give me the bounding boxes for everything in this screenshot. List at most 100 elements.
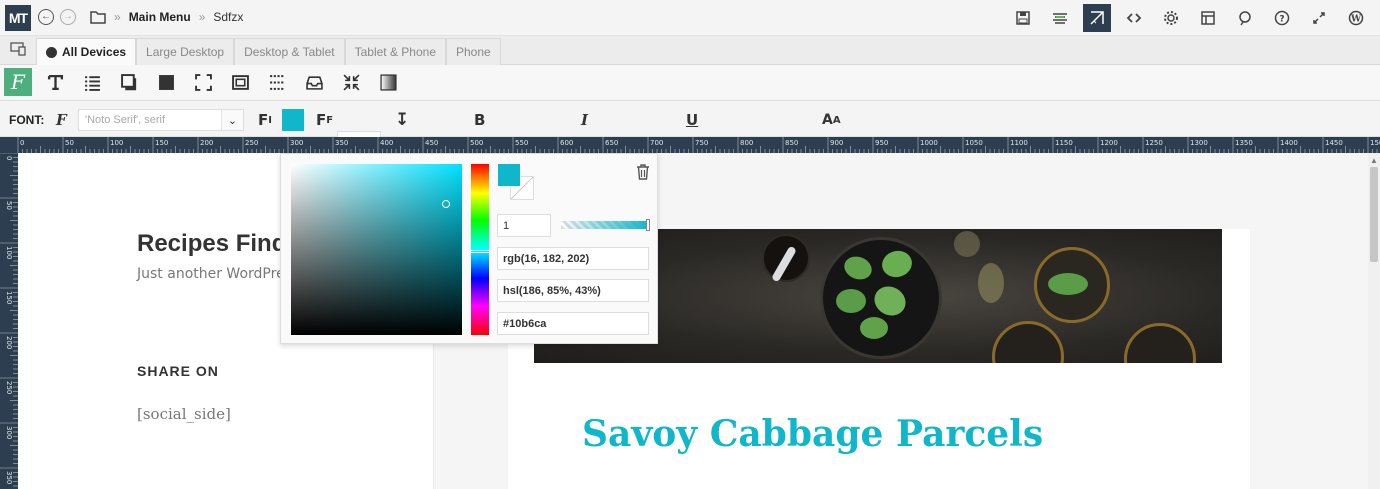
padding-icon[interactable]	[226, 68, 254, 96]
ruler-label: 300	[5, 426, 13, 439]
ruler-label: 250	[5, 381, 13, 394]
ruler-label: 950	[875, 139, 888, 147]
vertical-ruler: 0 50 100 150 200 250 300 350	[0, 153, 18, 489]
post-title[interactable]: Savoy Cabbage Parcels	[582, 413, 1043, 455]
breadcrumb-separator: »	[114, 10, 121, 24]
italic-icon: I	[581, 111, 589, 129]
ruler-label: 1350	[1235, 139, 1253, 147]
color-picker-popup: 1 rgb(16, 182, 202) hsl(186, 85%, 43%) #…	[280, 153, 658, 344]
font-settings-icon[interactable]: F	[4, 68, 32, 96]
scroll-up-icon[interactable]: ▲	[1370, 156, 1378, 165]
ruler-label: 50	[65, 139, 74, 147]
tab-desktop-tablet[interactable]: Desktop & Tablet	[234, 38, 345, 65]
ruler-label: 150	[155, 139, 168, 147]
chevron-down-icon[interactable]: ⌄	[221, 110, 243, 130]
gear-icon[interactable]	[1157, 4, 1185, 32]
font-family-icon: F	[56, 111, 67, 129]
font-size-icon: FF	[316, 111, 334, 129]
layers-icon[interactable]	[1046, 4, 1074, 32]
ruler-label: 100	[110, 139, 123, 147]
font-family-value: 'Noto Serif', serif	[85, 114, 166, 126]
bold-icon: B	[474, 111, 486, 129]
ruler-label: 200	[200, 139, 213, 147]
ruler-label: 900	[830, 139, 843, 147]
size-icon[interactable]	[189, 68, 217, 96]
top-actions: ? W	[1009, 4, 1370, 32]
hex-field[interactable]: #10b6ca	[497, 312, 649, 335]
help-icon[interactable]: ?	[1268, 4, 1296, 32]
background-icon[interactable]	[152, 68, 180, 96]
saturation-value-area[interactable]	[291, 164, 462, 335]
hue-slider[interactable]	[470, 164, 490, 335]
tab-label: All Devices	[62, 45, 127, 59]
undo-history-icon[interactable]	[1231, 4, 1259, 32]
ruler-label: 150	[1370, 139, 1380, 147]
breadcrumb-current: Sdfzx	[213, 10, 244, 24]
tab-large-desktop[interactable]: Large Desktop	[136, 38, 235, 65]
page-canvas: Recipes Finder Just another WordPress si…	[18, 153, 1368, 489]
ruler-label: 200	[5, 336, 13, 349]
template-icon[interactable]	[1194, 4, 1222, 32]
all-devices-icon	[46, 46, 57, 58]
social-shortcode[interactable]: [social_side]	[137, 405, 231, 423]
ruler-label: 1450	[1325, 139, 1343, 147]
save-icon[interactable]	[1009, 4, 1037, 32]
breadcrumb-main-menu[interactable]: Main Menu	[129, 10, 191, 24]
horizontal-ruler: 0 50 100 150 200 250 300 350 400 450 500 550 600 650 7…	[0, 137, 1380, 153]
ruler-label: 750	[695, 139, 708, 147]
ruler-label: 1400	[1280, 139, 1298, 147]
ruler-label: 50	[5, 201, 13, 210]
text-icon[interactable]	[41, 68, 69, 96]
font-color-swatch[interactable]	[282, 109, 304, 131]
fullscreen-icon[interactable]	[1305, 4, 1333, 32]
app-logo[interactable]: MT	[5, 5, 31, 31]
compress-icon[interactable]	[337, 68, 365, 96]
wordpress-icon[interactable]: W	[1342, 4, 1370, 32]
ruler-label: 850	[785, 139, 798, 147]
share-heading[interactable]: SHARE ON	[137, 363, 219, 379]
tab-tablet-phone[interactable]: Tablet & Phone	[344, 38, 446, 65]
style-editor-icon[interactable]	[1083, 4, 1111, 32]
font-bar: FONT: F 'Noto Serif', serif ⌄ FI FF 39px …	[0, 101, 1380, 263]
breadcrumb-separator: »	[198, 10, 206, 24]
ruler-label: 1300	[1190, 139, 1208, 147]
ruler-label: 350	[5, 471, 13, 484]
saturation-knob[interactable]	[442, 200, 450, 208]
hsl-field[interactable]: hsl(186, 85%, 43%)	[497, 279, 649, 302]
ruler-label: 1150	[1055, 139, 1073, 147]
border-icon[interactable]	[263, 68, 291, 96]
app-window: MT ← → » Main Menu » Sdfzx ? W All Devic…	[0, 0, 1380, 489]
forward-icon[interactable]: →	[60, 9, 76, 25]
tab-all-devices[interactable]: All Devices	[36, 38, 137, 65]
svg-text:W: W	[1350, 15, 1362, 25]
alpha-input[interactable]: 1	[497, 214, 551, 237]
list-icon[interactable]	[78, 68, 106, 96]
alpha-slider[interactable]	[561, 219, 650, 231]
rgb-field[interactable]: rgb(16, 182, 202)	[497, 247, 649, 270]
alpha-slider-handle[interactable]	[646, 219, 650, 231]
inbox-icon[interactable]	[300, 68, 328, 96]
ruler-label: 1000	[920, 139, 938, 147]
canvas-scrollbar[interactable]: ▲	[1368, 153, 1380, 489]
font-family-select[interactable]: 'Noto Serif', serif ⌄	[78, 109, 244, 131]
code-icon[interactable]	[1120, 4, 1148, 32]
ruler-label: 700	[650, 139, 663, 147]
ruler-label: 1100	[1010, 139, 1028, 147]
scrollbar-thumb[interactable]	[1370, 167, 1378, 262]
back-icon[interactable]: ←	[38, 9, 54, 25]
hue-slider-handle[interactable]	[470, 250, 490, 253]
ruler-label: 600	[560, 139, 573, 147]
property-toolbar: F	[0, 65, 1380, 101]
ruler-label: 150	[5, 291, 13, 304]
ruler-label: 400	[380, 139, 393, 147]
top-bar: MT ← → » Main Menu » Sdfzx ? W	[0, 0, 1380, 36]
ruler-label: 100	[5, 246, 13, 259]
gradient-icon[interactable]	[374, 68, 402, 96]
tab-phone[interactable]: Phone	[446, 38, 501, 65]
box-shadow-icon[interactable]	[115, 68, 143, 96]
font-color-icon: FI	[258, 111, 272, 129]
trash-icon[interactable]	[636, 164, 650, 180]
devices-icon[interactable]	[10, 42, 26, 56]
ruler-label: 800	[740, 139, 753, 147]
folder-icon[interactable]	[90, 10, 106, 24]
